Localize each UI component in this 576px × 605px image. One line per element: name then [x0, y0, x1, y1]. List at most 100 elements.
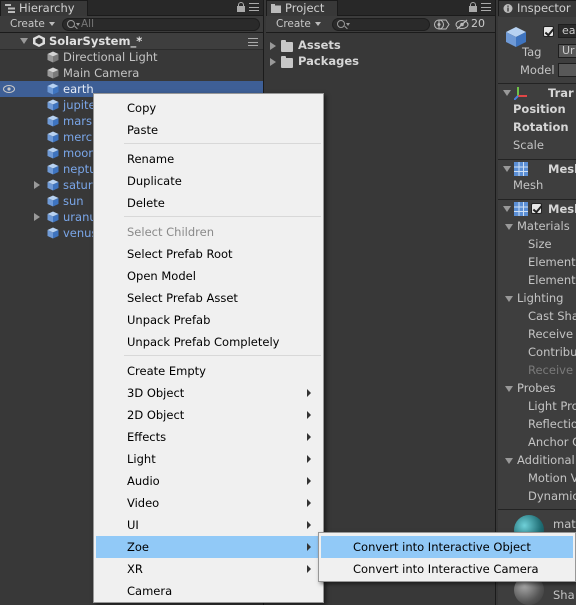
menu-separator: [124, 143, 321, 144]
menu-item-3d-object[interactable]: 3D Object: [96, 382, 321, 404]
hierarchy-item-main-camera[interactable]: Main Camera: [0, 65, 263, 81]
element0-label: Element: [528, 255, 576, 269]
mesh-renderer-enabled-checkbox[interactable]: [531, 203, 542, 214]
project-tab-tools: [469, 2, 491, 12]
mesh-filter-section: Mesh Mesh: [498, 159, 576, 199]
submenu-item-convert-into-interactive-camera[interactable]: Convert into Interactive Camera: [321, 558, 573, 580]
hierarchy-item-label: mars: [63, 114, 92, 128]
menu-item-video[interactable]: Video: [96, 492, 321, 514]
menu-item-light[interactable]: Light: [96, 448, 321, 470]
menu-item-label: Camera: [127, 584, 173, 598]
menu-item-select-prefab-root[interactable]: Select Prefab Root: [96, 243, 321, 265]
scene-menu-icon[interactable]: [248, 37, 258, 47]
visibility-eye-icon[interactable]: [3, 84, 15, 94]
fold-right-icon[interactable]: [270, 42, 276, 50]
fold-down-icon[interactable]: [503, 206, 511, 212]
scene-header[interactable]: SolarSystem_*: [0, 33, 263, 50]
project-create-button[interactable]: Create: [270, 17, 325, 31]
additional-settings-label[interactable]: Additional: [517, 453, 575, 467]
menu-item-unpack-prefab[interactable]: Unpack Prefab: [96, 309, 321, 331]
menu-item-2d-object[interactable]: 2D Object: [96, 404, 321, 426]
mesh-renderer-title: Mesh: [548, 202, 576, 216]
submenu-arrow-icon: [307, 389, 311, 397]
probes-label[interactable]: Probes: [517, 381, 556, 395]
fold-down-icon[interactable]: [505, 458, 513, 464]
prefab-cube-icon: [47, 179, 59, 191]
tab-inspector-label: Inspector: [517, 1, 571, 15]
menu-item-label: 2D Object: [127, 408, 185, 422]
submenu-arrow-icon: [307, 543, 311, 551]
menu-item-delete[interactable]: Delete: [96, 192, 321, 214]
menu-item-copy[interactable]: Copy: [96, 97, 321, 119]
fold-down-icon[interactable]: [503, 90, 511, 96]
menu-item-label: Light: [127, 452, 156, 466]
model-dropdown[interactable]: [558, 63, 576, 77]
menu-item-zoe[interactable]: Zoe: [96, 536, 321, 558]
menu-item-effects[interactable]: Effects: [96, 426, 321, 448]
tab-hierarchy[interactable]: Hierarchy: [0, 0, 88, 16]
prefab-cube-icon: [47, 131, 59, 143]
tag-dropdown[interactable]: Ur: [558, 44, 576, 58]
menu-item-ui[interactable]: UI: [96, 514, 321, 536]
fold-right-icon[interactable]: [34, 181, 40, 189]
materials-label[interactable]: Materials: [517, 219, 570, 233]
hidden-packages-icon[interactable]: [455, 19, 469, 30]
fold-down-icon[interactable]: [505, 386, 513, 392]
menu-item-label: Select Children: [127, 225, 214, 239]
lock-icon[interactable]: [237, 2, 245, 12]
submenu-item-label: Convert into Interactive Camera: [353, 562, 539, 576]
tab-project[interactable]: Project: [266, 0, 338, 16]
prefab-cube-icon: [47, 163, 59, 175]
menu-item-label: Video: [127, 496, 160, 510]
menu-item-duplicate[interactable]: Duplicate: [96, 170, 321, 192]
fold-right-icon[interactable]: [270, 58, 276, 66]
folder-packages-label: Packages: [298, 54, 359, 68]
object-name-field[interactable]: ea: [558, 24, 576, 38]
menu-item-select-prefab-asset[interactable]: Select Prefab Asset: [96, 287, 321, 309]
hierarchy-tabbar: Hierarchy: [0, 0, 263, 16]
folder-icon: [271, 4, 281, 13]
menu-item-label: Create Empty: [127, 364, 206, 378]
lock-icon[interactable]: [469, 2, 477, 12]
context-menu: Copy Paste Rename Duplicate Delete Select Chi…: [93, 93, 324, 603]
filter-by-label-icon[interactable]: [438, 19, 450, 30]
menu-item-select-children: Select Children: [96, 221, 321, 243]
fold-down-icon[interactable]: [505, 224, 513, 230]
panel-menu-icon[interactable]: [481, 2, 491, 12]
hierarchy-item-directional-light[interactable]: Directional Light: [0, 49, 263, 65]
menu-item-rename[interactable]: Rename: [96, 148, 321, 170]
lighting-label[interactable]: Lighting: [517, 291, 563, 305]
unity-scene-icon: [33, 35, 45, 47]
folder-packages[interactable]: Packages: [266, 54, 495, 70]
menu-item-paste[interactable]: Paste: [96, 119, 321, 141]
panel-menu-icon[interactable]: [249, 2, 259, 12]
fold-down-icon[interactable]: [503, 166, 511, 172]
model-label: Model: [520, 63, 555, 77]
project-toolbar: Create 20: [266, 16, 495, 33]
submenu-item-convert-into-interactive-object[interactable]: Convert into Interactive Object: [321, 536, 573, 558]
hierarchy-search-input[interactable]: All: [62, 18, 260, 31]
prefab-cube-icon: [47, 227, 59, 239]
material2-name: Sha: [553, 588, 575, 602]
menu-item-audio[interactable]: Audio: [96, 470, 321, 492]
fold-right-icon[interactable]: [34, 213, 40, 221]
mesh-renderer-section: Mesh Materials Size Element Element Ligh…: [498, 199, 576, 509]
folder-assets[interactable]: Assets: [266, 38, 495, 54]
menu-item-xr[interactable]: XR: [96, 558, 321, 580]
gameobject-icon: [47, 51, 59, 63]
fold-down-icon[interactable]: [505, 296, 513, 302]
project-search-input[interactable]: [332, 18, 430, 31]
active-checkbox[interactable]: [543, 26, 554, 37]
transform-axes-icon: [514, 87, 527, 100]
menu-item-open-model[interactable]: Open Model: [96, 265, 321, 287]
hierarchy-create-button[interactable]: Create: [4, 17, 59, 31]
fold-down-icon[interactable]: [20, 38, 28, 44]
tab-inspector[interactable]: Inspector: [498, 0, 576, 16]
submenu-arrow-icon: [307, 433, 311, 441]
menu-item-label: Rename: [127, 152, 175, 166]
inspector-panel: Inspector ea Tag Ur Model Trar Position …: [498, 0, 576, 605]
menu-item-camera[interactable]: Camera: [96, 580, 321, 602]
menu-item-unpack-prefab-completely[interactable]: Unpack Prefab Completely: [96, 331, 321, 353]
menu-item-create-empty[interactable]: Create Empty: [96, 360, 321, 382]
menu-item-label: Duplicate: [127, 174, 182, 188]
